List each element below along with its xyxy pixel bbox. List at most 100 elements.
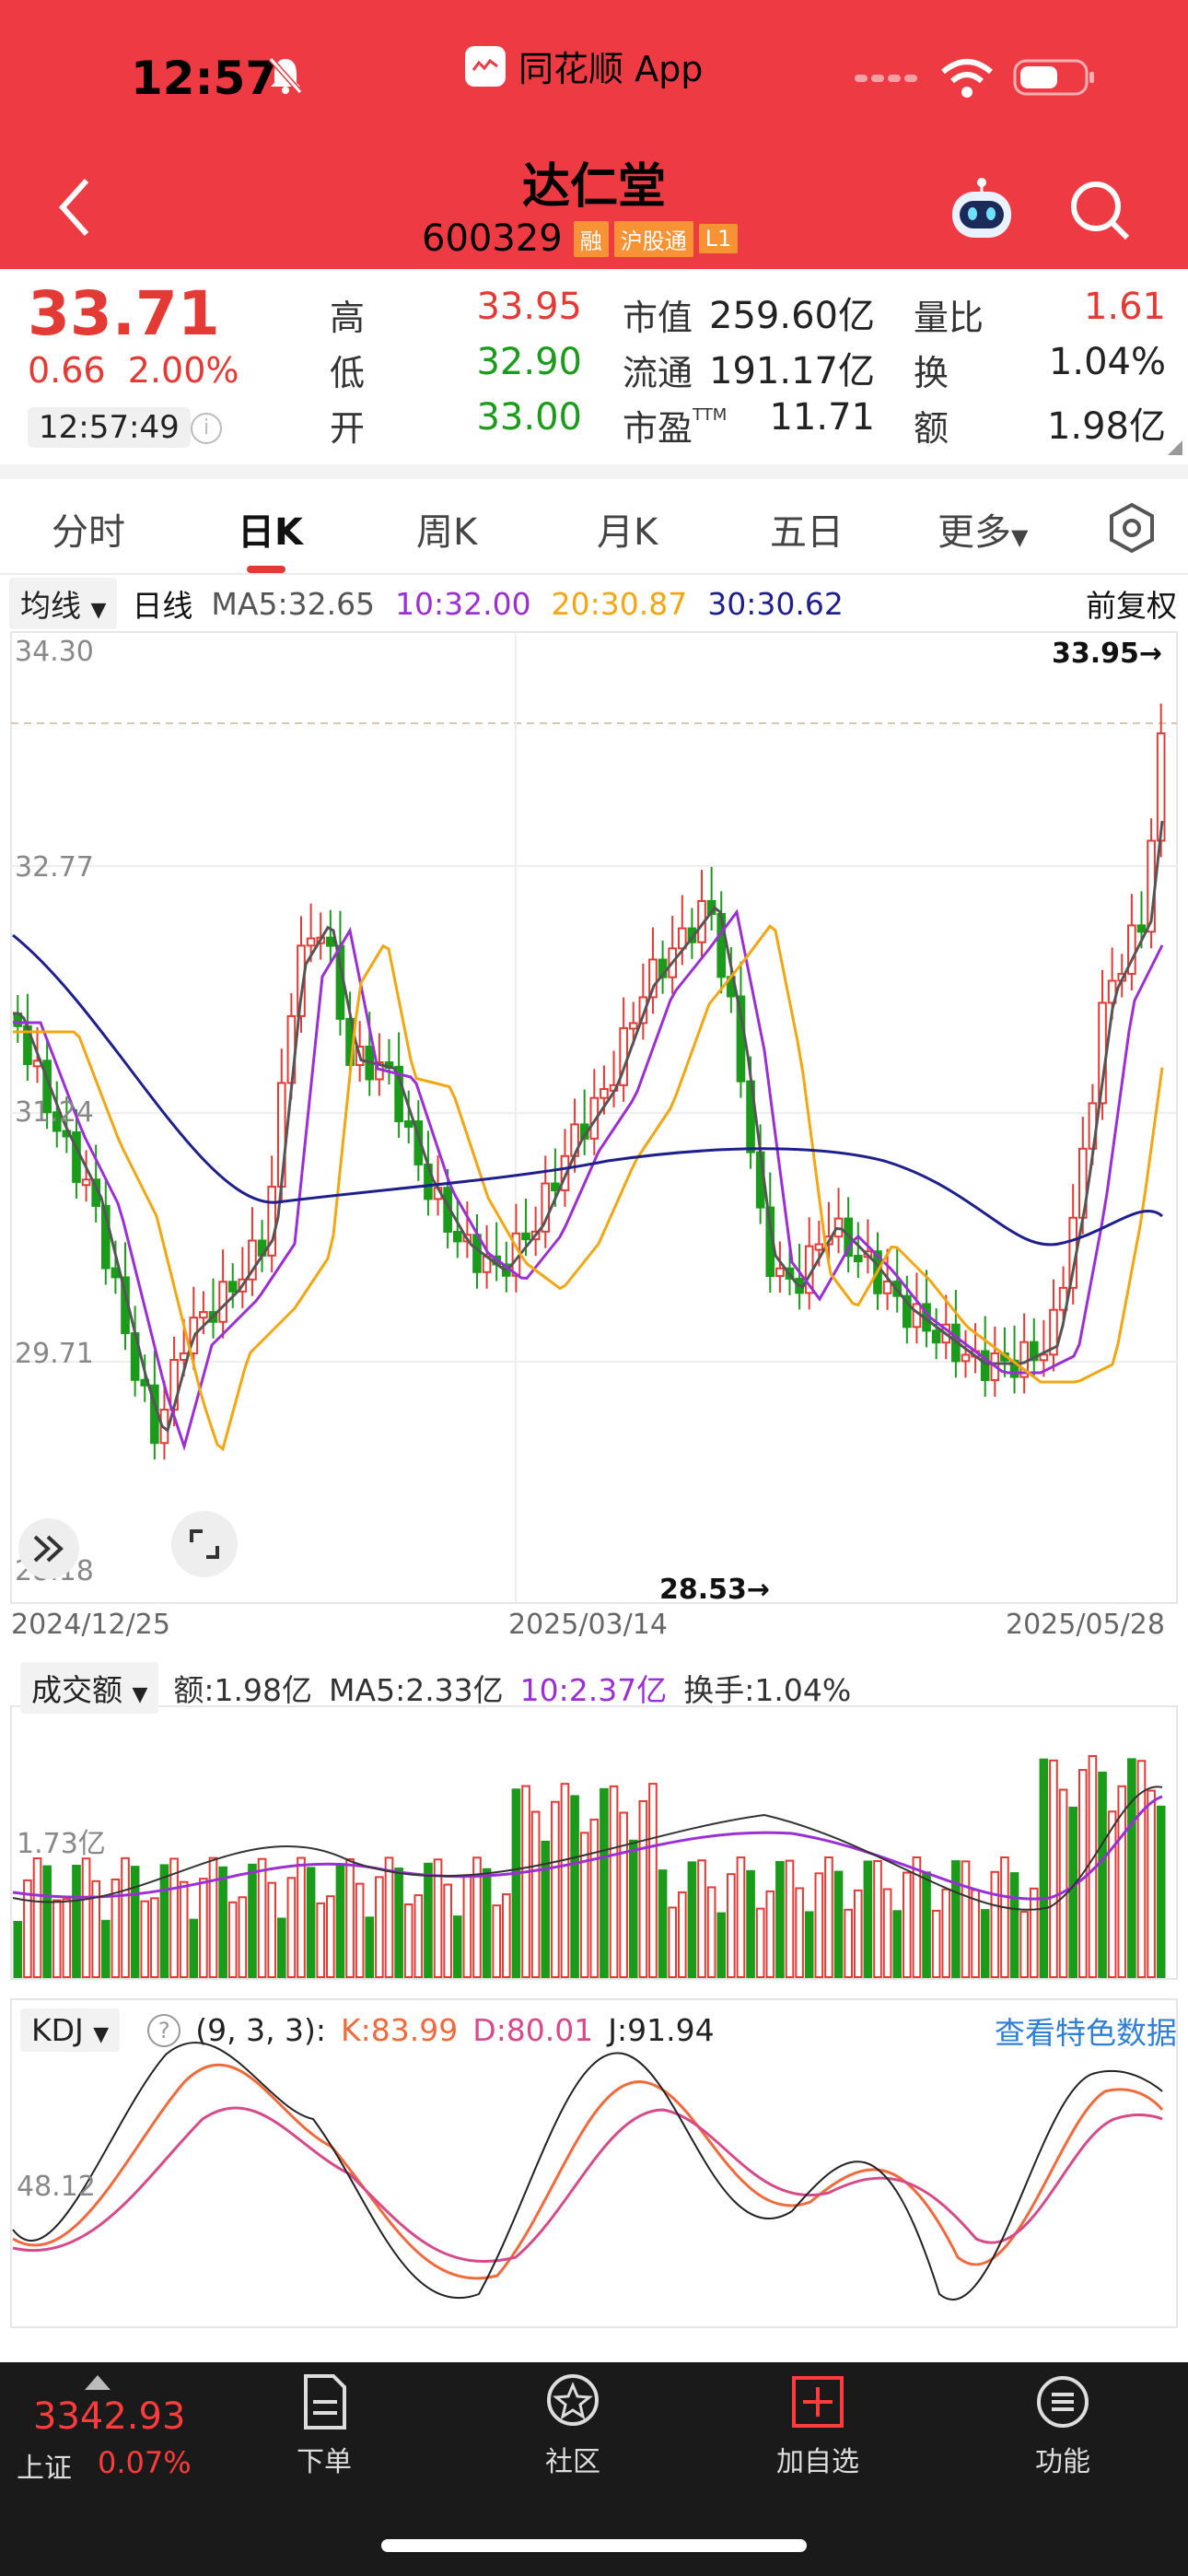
add-watchlist-icon — [792, 2376, 844, 2428]
date-start: 2024/12/25 — [11, 1609, 170, 1641]
kdj-y-tick: 48.12 — [17, 2171, 96, 2203]
home-indicator[interactable] — [381, 2539, 807, 2552]
volume-bar — [882, 1888, 892, 1978]
volume-bar — [658, 1869, 668, 1978]
volume-bar — [335, 1863, 345, 1979]
volume-bar — [844, 1908, 853, 1978]
double-chevron-right-icon — [33, 1535, 64, 1563]
ma30-line — [12, 933, 1164, 1247]
fullscreen-button[interactable] — [171, 1511, 238, 1577]
candle-body — [600, 1088, 609, 1099]
candle-body — [326, 936, 335, 947]
volume-bar — [306, 1867, 316, 1978]
candle-body — [403, 1120, 413, 1129]
candle-body — [452, 1230, 462, 1243]
volume-bar — [32, 1857, 42, 1979]
volume-bar — [922, 1871, 931, 1979]
volume-bar — [892, 1910, 903, 1979]
volume-bar — [100, 1919, 111, 1978]
kdj-row: KDJ ▼ ? (9, 3, 3): K:83.99 D:80.01 J:91.… — [20, 2008, 1177, 2052]
nav-functions[interactable]: 功能 — [998, 2372, 1127, 2479]
volume-bar — [62, 1898, 72, 1978]
candle-body — [628, 1022, 638, 1030]
index-price[interactable]: 3342.93 — [33, 2395, 185, 2438]
collapse-panel-button[interactable] — [18, 1518, 79, 1579]
volume-bar — [648, 1783, 658, 1978]
volume-bar — [1009, 1872, 1019, 1979]
volume-bar — [179, 1880, 189, 1978]
volume-bar — [199, 1878, 208, 1979]
volume-bar — [824, 1856, 833, 1979]
index-percent: 0.07% — [98, 2445, 192, 2480]
volume-bar — [990, 1870, 1000, 1978]
volume-bar — [775, 1860, 785, 1978]
volume-bar — [208, 1856, 218, 1978]
volume-bar — [72, 1864, 81, 1979]
volume-bar — [189, 1918, 199, 1979]
volume-bar — [795, 1887, 804, 1979]
nav-order[interactable]: 下单 — [260, 2372, 389, 2479]
volume-row: 成交额 ▼ 额:1.98亿 MA5:2.33亿 10:2.37亿 换手:1.04… — [20, 1662, 851, 1714]
volume-bar — [560, 1783, 570, 1979]
candle-body — [853, 1255, 863, 1263]
volume-bar — [316, 1902, 326, 1978]
volume-bar — [551, 1800, 560, 1979]
volume-bar — [1039, 1758, 1049, 1978]
volume-bar — [521, 1785, 530, 1979]
candle-body — [931, 1329, 941, 1344]
min-price-label: 28.53→ — [659, 1574, 771, 1606]
volume-bar — [814, 1872, 824, 1979]
volume-bar — [130, 1866, 140, 1979]
kdj-k: K:83.99 — [341, 2012, 459, 2048]
volume-bar — [853, 1889, 863, 1978]
volume-bar — [785, 1859, 795, 1979]
volume-bar — [736, 1856, 746, 1978]
volume-bar — [345, 1857, 355, 1979]
kdj-d-line — [12, 2106, 1163, 2263]
volume-bar — [375, 1876, 384, 1978]
volume-bar — [365, 1916, 375, 1978]
kline-chart[interactable] — [0, 0, 1188, 2359]
volume-bar — [169, 1857, 179, 1978]
candle-body — [218, 1281, 227, 1323]
volume-bar — [121, 1856, 130, 1979]
volume-bar — [931, 1909, 941, 1979]
index-name: 上证 — [17, 2453, 72, 2485]
nav-add-watchlist[interactable]: 加自选 — [753, 2372, 882, 2479]
volume-bar — [52, 1899, 62, 1978]
volume-bar — [863, 1860, 873, 1978]
volume-bar — [1156, 1805, 1166, 1978]
volume-bar — [1068, 1806, 1078, 1979]
volume-bar — [903, 1871, 912, 1978]
candle-body — [306, 937, 316, 947]
volume-bar — [452, 1915, 462, 1979]
volume-bar — [492, 1904, 502, 1978]
volume-bar — [697, 1859, 706, 1978]
nav-community[interactable]: 社区 — [508, 2372, 637, 2479]
feature-data-link[interactable]: 查看特色数据 — [995, 2008, 1177, 2053]
kdj-params: (9, 3, 3): — [195, 2012, 327, 2048]
candle-body — [775, 1267, 785, 1277]
kdj-k-line — [12, 2063, 1164, 2280]
volume-bar — [1000, 1856, 1009, 1979]
index-up-arrow-icon — [85, 2375, 111, 2390]
volume-bar — [833, 1870, 844, 1978]
help-icon[interactable]: ? — [147, 2013, 181, 2047]
volume-bar — [804, 1911, 814, 1978]
volume-bar — [706, 1886, 716, 1979]
candle-body — [199, 1311, 208, 1319]
volume-bar — [755, 1907, 765, 1979]
volume-bar — [873, 1859, 882, 1978]
date-mid: 2025/03/14 — [508, 1609, 668, 1641]
volume-bar — [980, 1909, 990, 1979]
candle-body — [814, 1243, 824, 1251]
volume-bar — [951, 1860, 961, 1979]
volume-bar — [600, 1787, 609, 1979]
volume-bar — [443, 1883, 452, 1978]
volume-selector[interactable]: 成交额 ▼ — [20, 1662, 159, 1714]
kdj-selector[interactable]: KDJ ▼ — [20, 2008, 121, 2052]
volume-bar — [355, 1882, 365, 1979]
volume-bar — [1127, 1758, 1136, 1978]
menu-circle-icon — [1037, 2376, 1089, 2428]
candle-body — [1136, 924, 1147, 933]
